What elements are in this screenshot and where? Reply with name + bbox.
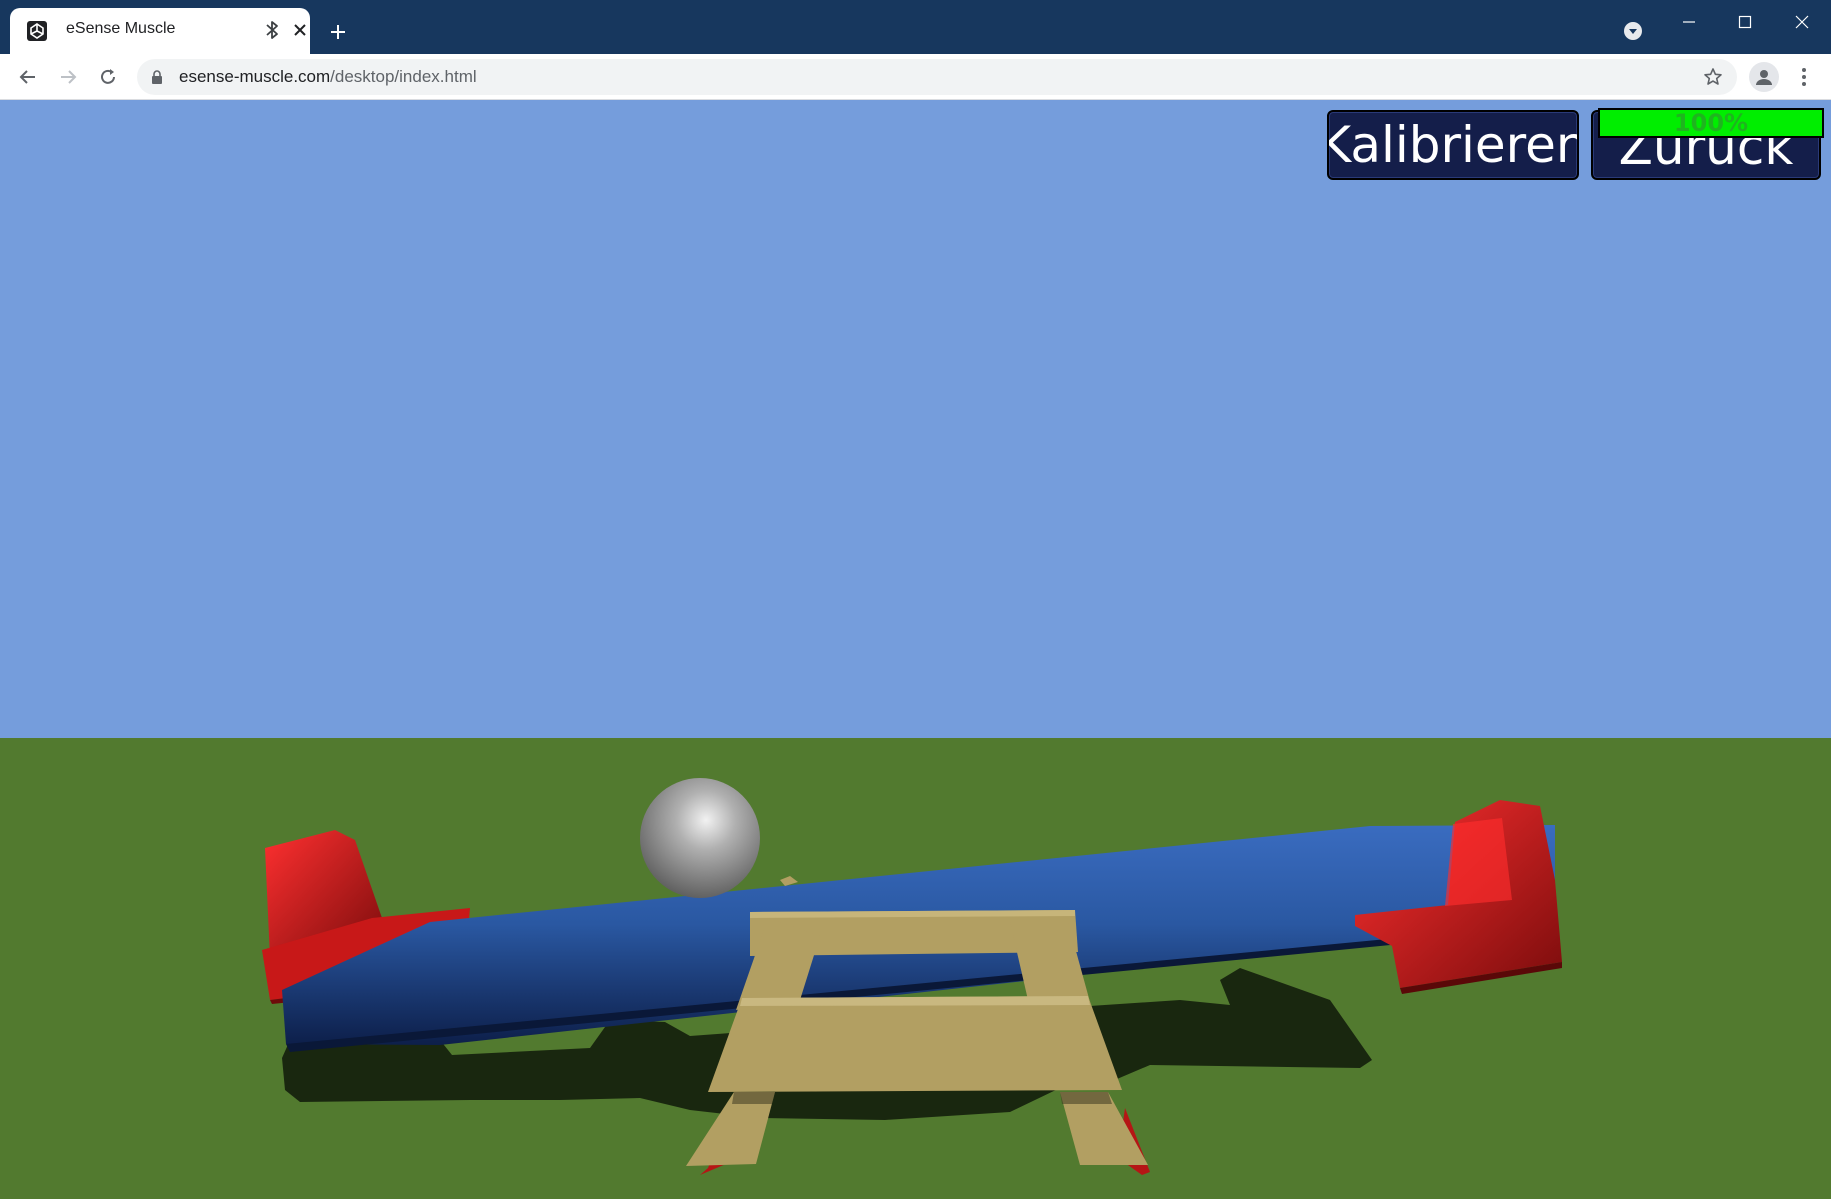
- maximize-icon[interactable]: [1717, 4, 1773, 40]
- forward-arrow-icon[interactable]: [51, 60, 85, 94]
- kebab-menu-icon[interactable]: [1794, 64, 1814, 90]
- sky: [0, 100, 1831, 740]
- chevron-down-icon[interactable]: [1623, 21, 1643, 41]
- star-icon[interactable]: [1703, 67, 1723, 87]
- seesaw-scene: [0, 100, 1831, 1199]
- url-text[interactable]: esense-muscle.com/desktop/index.html: [179, 67, 477, 87]
- browser-tab[interactable]: eSense Muscle: [10, 8, 310, 54]
- window-close-icon[interactable]: [1774, 4, 1830, 40]
- address-bar[interactable]: esense-muscle.com/desktop/index.html: [137, 59, 1737, 95]
- back-arrow-icon[interactable]: [11, 60, 45, 94]
- browser-title-bar: eSense Muscle: [0, 0, 1831, 54]
- game-canvas[interactable]: Kalibrieren Zurück 100%: [0, 100, 1831, 1199]
- calibrate-button-label: Kalibrieren: [1327, 116, 1579, 174]
- url-domain: esense-muscle.com: [179, 67, 331, 86]
- url-path: /desktop/index.html: [330, 67, 477, 86]
- tab-title: eSense Muscle: [66, 20, 176, 37]
- reload-icon[interactable]: [91, 60, 125, 94]
- progress-bar: 100%: [1598, 108, 1824, 138]
- bluetooth-icon: [266, 21, 278, 39]
- close-icon[interactable]: [290, 20, 310, 40]
- progress-label: 100%: [1673, 109, 1749, 137]
- plus-icon[interactable]: [326, 20, 350, 44]
- unity-icon: [27, 21, 47, 41]
- calibrate-button[interactable]: Kalibrieren: [1327, 110, 1579, 180]
- person-icon[interactable]: [1749, 62, 1779, 92]
- browser-toolbar: esense-muscle.com/desktop/index.html: [0, 54, 1831, 100]
- minimize-icon[interactable]: [1661, 4, 1717, 40]
- lock-icon[interactable]: [151, 70, 163, 84]
- ball: [640, 778, 760, 898]
